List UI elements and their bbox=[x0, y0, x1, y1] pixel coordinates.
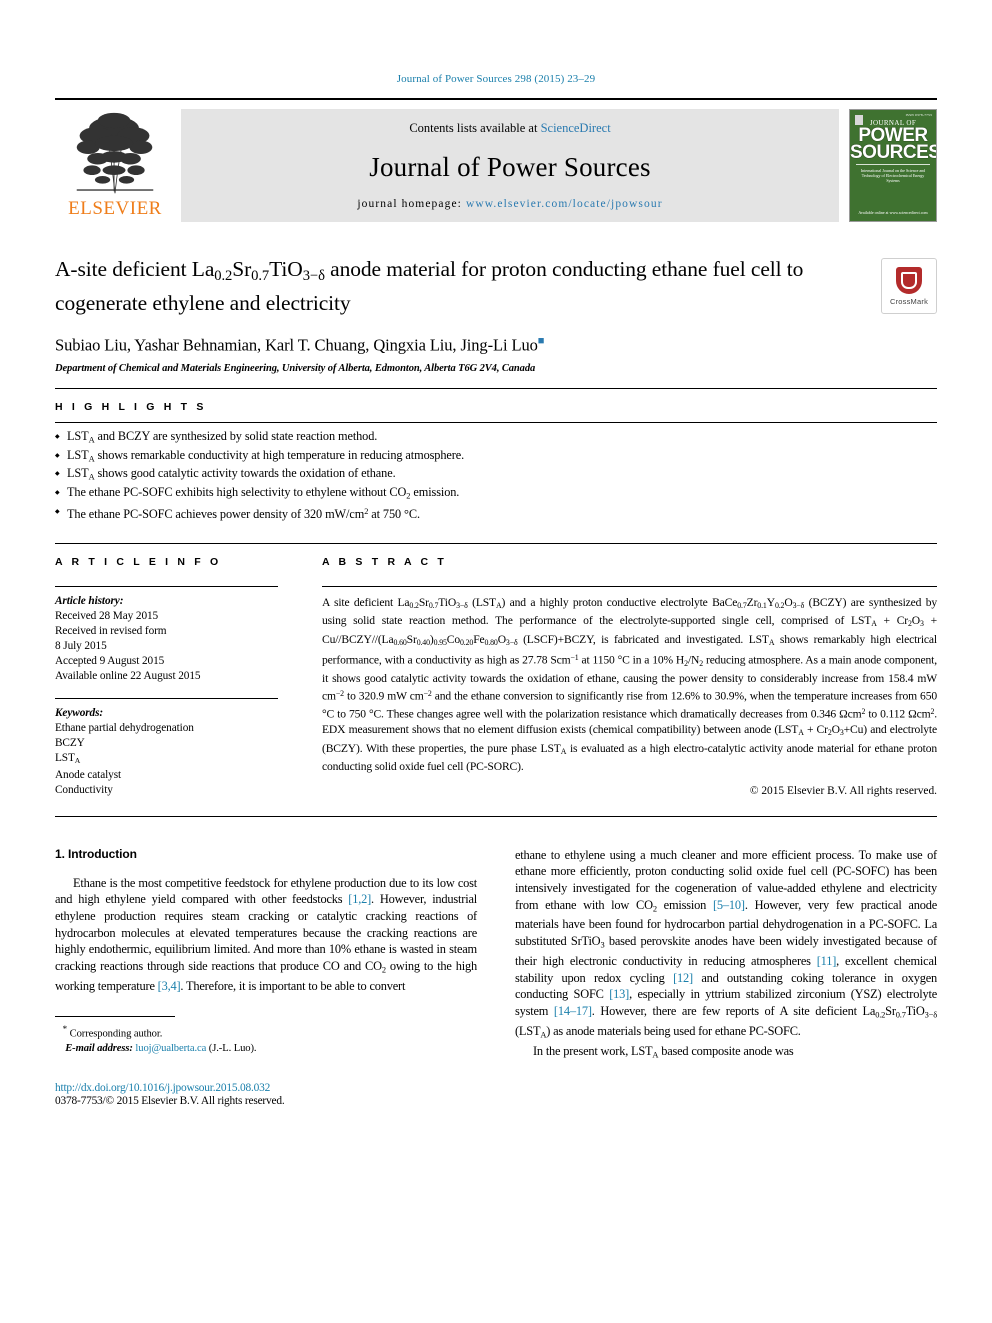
citation-link[interactable]: [11] bbox=[817, 954, 837, 968]
homepage-prefix: journal homepage: bbox=[357, 198, 466, 210]
keyword-item: Anode catalyst bbox=[55, 768, 122, 781]
sciencedirect-link[interactable]: ScienceDirect bbox=[541, 121, 611, 135]
keyword-item: LSTA bbox=[55, 751, 81, 765]
abstract-text: A site deficient La0.2Sr0.7TiO3−δ (LSTA)… bbox=[322, 595, 937, 774]
journal-homepage-line: journal homepage: www.elsevier.com/locat… bbox=[357, 198, 662, 210]
keyword-item: BCZY bbox=[55, 736, 85, 749]
elsevier-tree-icon bbox=[76, 112, 154, 194]
highlights-heading: H I G H L I G H T S bbox=[55, 400, 207, 413]
info-abstract-section: A R T I C L E I N F O Article history: R… bbox=[55, 542, 937, 798]
list-item: The ethane PC-SOFC exhibits high selecti… bbox=[55, 485, 937, 504]
email-note: E-mail address: luoj@ualberta.ca (J.-L. … bbox=[55, 1042, 477, 1056]
title-block: CrossMark A-site deficient La0.2Sr0.7TiO… bbox=[55, 256, 937, 374]
corresponding-author-label: Corresponding author. bbox=[69, 1028, 163, 1040]
citation-link[interactable]: [3,4] bbox=[158, 979, 181, 993]
footnote-block: * Corresponding author. E-mail address: … bbox=[55, 1016, 477, 1056]
crossmark-label: CrossMark bbox=[889, 296, 929, 306]
body-right-column: ethane to ethylene using a much cleaner … bbox=[515, 847, 937, 1107]
journal-homepage-link[interactable]: www.elsevier.com/locate/jpowsour bbox=[466, 198, 663, 210]
crossmark-shield-icon bbox=[896, 266, 922, 294]
citation-link[interactable]: [12] bbox=[673, 971, 693, 985]
running-head: Journal of Power Sources 298 (2015) 23–2… bbox=[396, 73, 596, 85]
contents-prefix: Contents lists available at bbox=[409, 121, 541, 135]
citation-link[interactable]: [5–10] bbox=[713, 898, 745, 912]
doi-link[interactable]: http://dx.doi.org/10.1016/j.jpowsour.201… bbox=[55, 1082, 477, 1094]
journal-cover-thumbnail: ISSN 0378-7753 JOURNAL OF POWER SOURCES … bbox=[849, 109, 937, 222]
article-info-heading: A R T I C L E I N F O bbox=[55, 555, 222, 568]
doi-block: http://dx.doi.org/10.1016/j.jpowsour.201… bbox=[55, 1082, 477, 1107]
cover-line-sources: SOURCES bbox=[850, 142, 937, 163]
email-link[interactable]: luoj@ualberta.ca bbox=[135, 1043, 206, 1054]
elsevier-logo: ELSEVIER bbox=[55, 109, 175, 222]
article-history: Article history: Received 28 May 2015 Re… bbox=[55, 587, 278, 684]
corresponding-author-marker: ■ bbox=[537, 335, 545, 348]
keyword-item: Conductivity bbox=[55, 783, 113, 796]
sciencedirect-panel: Contents lists available at ScienceDirec… bbox=[181, 109, 839, 222]
intro-paragraph-right-2: In the present work, LSTA based composit… bbox=[533, 1043, 794, 1060]
section-heading-introduction: 1. Introduction bbox=[55, 846, 137, 861]
issn-copyright: 0378-7753/© 2015 Elsevier B.V. All right… bbox=[55, 1094, 285, 1107]
citation-link[interactable]: [13] bbox=[609, 987, 629, 1001]
author-list: Subiao Liu, Yashar Behnamian, Karl T. Ch… bbox=[55, 335, 937, 356]
keywords-block: Keywords: Ethane partial dehydrogenation… bbox=[55, 699, 278, 798]
history-line: Received in revised form bbox=[55, 624, 167, 637]
footnote-star-marker: * bbox=[62, 1024, 68, 1035]
corresponding-author-note: * Corresponding author. bbox=[55, 1022, 477, 1042]
body-left-column: 1. Introduction Ethane is the most compe… bbox=[55, 847, 477, 1107]
citation-link[interactable]: [1,2] bbox=[348, 892, 371, 906]
list-item: LSTA and BCZY are synthesized by solid s… bbox=[55, 429, 937, 448]
list-item: LSTA shows good catalytic activity towar… bbox=[55, 466, 937, 485]
body-columns: 1. Introduction Ethane is the most compe… bbox=[55, 847, 937, 1107]
cover-blurb: International Journal on the Science and… bbox=[860, 168, 926, 183]
citation-link[interactable]: [14–17] bbox=[554, 1004, 592, 1018]
keywords-label: Keywords: bbox=[55, 706, 104, 719]
article-info-column: A R T I C L E I N F O Article history: R… bbox=[55, 544, 300, 798]
intro-paragraph-left: Ethane is the most competitive feedstock… bbox=[55, 875, 478, 993]
journal-masthead: ELSEVIER Contents lists available at Sci… bbox=[55, 98, 937, 222]
email-person: (J.-L. Luo). bbox=[208, 1042, 257, 1054]
list-item: The ethane PC-SOFC achieves power densit… bbox=[55, 504, 937, 522]
keyword-item: Ethane partial dehydrogenation bbox=[55, 721, 194, 734]
author-names: Subiao Liu, Yashar Behnamian, Karl T. Ch… bbox=[55, 335, 538, 355]
article-history-label: Article history: bbox=[55, 594, 124, 607]
highlights-list: LSTA and BCZY are synthesized by solid s… bbox=[55, 429, 937, 523]
article-page: Journal of Power Sources 298 (2015) 23–2… bbox=[0, 0, 992, 1323]
journal-title: Journal of Power Sources bbox=[369, 151, 651, 182]
intro-paragraph-right: ethane to ethylene using a much cleaner … bbox=[515, 847, 937, 1040]
history-line: 8 July 2015 bbox=[55, 639, 107, 652]
cover-divider bbox=[856, 164, 930, 165]
contents-available-line: Contents lists available at ScienceDirec… bbox=[409, 121, 610, 136]
email-label: E-mail address: bbox=[65, 1042, 133, 1054]
cover-barcode-icon bbox=[855, 115, 863, 125]
highlights-divider bbox=[55, 421, 937, 423]
highlights-section: H I G H L I G H T S LSTA and BCZY are sy… bbox=[55, 389, 937, 523]
crossmark-badge[interactable]: CrossMark bbox=[881, 258, 937, 314]
list-item: LSTA shows remarkable conductivity at hi… bbox=[55, 448, 937, 467]
history-line: Received 28 May 2015 bbox=[55, 609, 159, 622]
abstract-column: A B S T R A C T A site deficient La0.2Sr… bbox=[300, 544, 937, 798]
abstract-heading: A B S T R A C T bbox=[322, 555, 447, 568]
footnote-rule bbox=[55, 1016, 175, 1018]
history-line: Accepted 9 August 2015 bbox=[55, 654, 165, 667]
elsevier-wordmark: ELSEVIER bbox=[68, 198, 162, 219]
history-line: Available online 22 August 2015 bbox=[55, 669, 201, 682]
affiliation: Department of Chemical and Materials Eng… bbox=[55, 362, 536, 374]
abstract-copyright: © 2015 Elsevier B.V. All rights reserved… bbox=[749, 785, 937, 798]
abstract-bottom-rule bbox=[55, 815, 937, 817]
cover-footer-note: Available online at www.sciencedirect.co… bbox=[858, 210, 928, 215]
page-title: A-site deficient La0.2Sr0.7TiO3−δ anode … bbox=[55, 257, 804, 316]
